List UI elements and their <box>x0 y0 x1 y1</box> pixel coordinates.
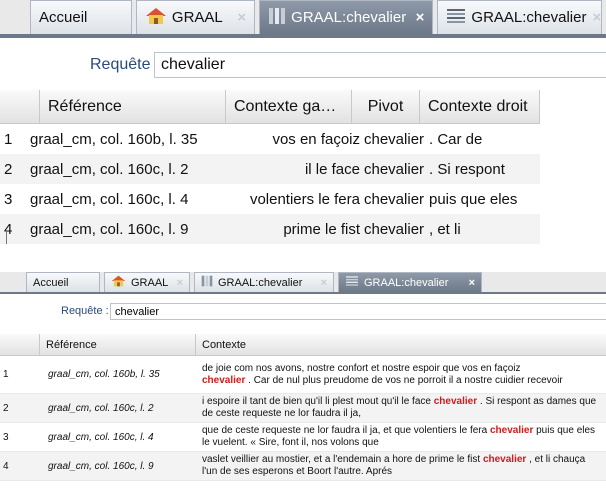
reference-cell: graal_cm, col. 160b, l. 35 <box>30 130 198 148</box>
tab-accueil[interactable]: Accueil <box>26 272 100 292</box>
left-context-cell: il le face <box>304 160 360 178</box>
column-header-left-context[interactable]: Contexte ga… <box>226 90 352 123</box>
left-context-cell: volentiers le fera <box>249 190 360 208</box>
bottom-tab-bar: Accueil GRAAL × GRAAL:chevalier × GRAAL:… <box>0 272 606 294</box>
pivot-cell: chevalier <box>364 130 425 148</box>
table-row[interactable]: 4 graal_cm, col. 160c, l. 9 prime le fis… <box>0 214 540 244</box>
context-cell: de joie com nos avons, nostre confort et… <box>198 361 606 389</box>
row-number: 2 <box>4 160 13 178</box>
tab-graal[interactable]: GRAAL × <box>104 272 190 292</box>
tab-graal-chevalier-concordance[interactable]: GRAAL:chevalier × <box>259 0 434 34</box>
row-number: 4 <box>4 220 13 238</box>
column-header-right-context[interactable]: Contexte droit <box>420 90 540 123</box>
pivot-highlight: chevalier <box>489 425 534 436</box>
top-concordance-table: Référence Contexte ga… Pivot Contexte dr… <box>0 90 540 244</box>
concordance-icon <box>201 275 213 290</box>
close-icon[interactable]: × <box>237 9 246 26</box>
right-context-cell: , et li <box>429 220 461 238</box>
column-header-index[interactable] <box>0 90 40 123</box>
column-header-reference[interactable]: Référence <box>40 334 196 355</box>
reference-cell: graal_cm, col. 160c, l. 4 <box>48 431 154 443</box>
tab-label: GRAAL:chevalier <box>291 9 407 26</box>
table-row[interactable]: 1 graal_cm, col. 160b, l. 35 vos en faço… <box>0 124 540 154</box>
tab-graal[interactable]: GRAAL × <box>135 0 256 34</box>
column-header-reference[interactable]: Référence <box>40 90 226 123</box>
context-after: . Car de nul plus preudome de vos ne por… <box>248 374 563 386</box>
column-header-index[interactable] <box>0 334 40 355</box>
context-cell: que de ceste requeste ne lor faudra il j… <box>198 423 606 451</box>
context-before: i espoire il tant de bien qu'il li plest… <box>202 396 431 407</box>
context-before: de joie com nos avons, nostre confort et… <box>202 362 521 374</box>
left-context-cell: vos en façoiz <box>272 130 360 148</box>
close-icon[interactable]: × <box>177 277 183 289</box>
reference-cell: graal_cm, col. 160c, l. 2 <box>30 160 189 178</box>
pivot-highlight: chevalier <box>202 374 246 386</box>
column-header-context[interactable]: Contexte <box>196 334 606 355</box>
right-context-cell: . Car de <box>429 130 483 148</box>
right-context-cell: . Si respont <box>429 160 505 178</box>
row-number: 2 <box>3 402 9 414</box>
reference-cell: graal_cm, col. 160c, l. 9 <box>48 460 154 472</box>
row-number: 1 <box>4 130 13 148</box>
tab-label: GRAAL <box>171 9 223 26</box>
query-label: Requête : <box>90 56 160 73</box>
table-row[interactable]: 2 graal_cm, col. 160c, l. 2 il le face c… <box>0 154 540 184</box>
pivot-highlight: chevalier <box>482 454 527 465</box>
tab-label: GRAAL:chevalier <box>218 276 303 289</box>
query-input[interactable] <box>154 52 606 78</box>
row-number: 4 <box>3 460 9 472</box>
tab-label: Accueil <box>33 276 69 289</box>
table-header: Référence Contexte ga… Pivot Contexte dr… <box>0 90 540 124</box>
tab-graal-chevalier-text[interactable]: GRAAL:chevalier × <box>338 272 482 292</box>
top-query-bar: Requête : <box>0 52 606 78</box>
pivot-highlight: chevalier <box>433 396 478 407</box>
pivot-cell: chevalier <box>364 160 425 178</box>
window-edge-line <box>6 230 7 244</box>
context-cell: i espoire il tant de bien qu'il li plest… <box>198 394 606 422</box>
right-context-cell: puis que eles <box>429 190 518 208</box>
reference-cell: graal_cm, col. 160c, l. 2 <box>48 402 154 414</box>
tab-graal-chevalier-text[interactable]: GRAAL:chevalier × <box>437 0 602 34</box>
tab-label: Accueil <box>39 9 88 26</box>
row-number: 3 <box>3 431 9 443</box>
query-input[interactable] <box>110 303 606 320</box>
row-number: 3 <box>4 190 13 208</box>
tab-accueil[interactable]: Accueil <box>30 0 132 34</box>
pivot-cell: chevalier <box>364 220 425 238</box>
home-icon <box>111 275 126 290</box>
close-icon[interactable]: × <box>321 277 327 289</box>
context-before: vaslet veillier au mostier, et a l'endem… <box>202 454 481 465</box>
bottom-context-table: Référence Contexte 1 graal_cm, col. 160b… <box>0 334 606 481</box>
reference-cell: graal_cm, col. 160c, l. 4 <box>30 190 189 208</box>
tab-label: GRAAL:chevalier <box>364 276 449 289</box>
close-icon[interactable]: × <box>416 9 425 26</box>
context-cell: vaslet veillier au mostier, et a l'endem… <box>198 452 606 480</box>
text-icon <box>446 7 466 29</box>
reference-cell: graal_cm, col. 160b, l. 35 <box>48 369 160 380</box>
table-row[interactable]: 3 graal_cm, col. 160c, l. 4 que de ceste… <box>0 423 606 452</box>
close-icon[interactable]: × <box>592 9 601 26</box>
table-header: Référence Contexte <box>0 334 606 356</box>
pivot-cell: chevalier <box>364 190 425 208</box>
table-row[interactable]: 2 graal_cm, col. 160c, l. 2 i espoire il… <box>0 394 606 423</box>
table-row[interactable]: 1 graal_cm, col. 160b, l. 35 de joie com… <box>0 356 606 394</box>
tab-graal-chevalier-concordance[interactable]: GRAAL:chevalier × <box>194 272 334 292</box>
bottom-query-bar: Requête : <box>0 303 606 320</box>
home-icon <box>145 7 167 29</box>
top-tab-bar: Accueil GRAAL × GRAAL:chevalier × GRAAL:… <box>0 0 606 38</box>
close-icon[interactable]: × <box>469 277 475 289</box>
left-context-cell: prime le fist <box>283 220 360 238</box>
reference-cell: graal_cm, col. 160c, l. 9 <box>30 220 189 238</box>
tab-label: GRAAL:chevalier <box>471 9 587 26</box>
tab-label: GRAAL <box>131 276 169 289</box>
column-header-pivot[interactable]: Pivot <box>352 90 420 123</box>
table-row[interactable]: 4 graal_cm, col. 160c, l. 9 vaslet veill… <box>0 452 606 481</box>
query-label: Requête : <box>61 305 109 317</box>
table-row[interactable]: 3 graal_cm, col. 160c, l. 4 volentiers l… <box>0 184 540 214</box>
concordance-icon <box>268 7 286 29</box>
text-icon <box>345 275 359 290</box>
context-before: que de ceste requeste ne lor faudra il j… <box>202 425 488 436</box>
row-number: 1 <box>3 369 9 380</box>
